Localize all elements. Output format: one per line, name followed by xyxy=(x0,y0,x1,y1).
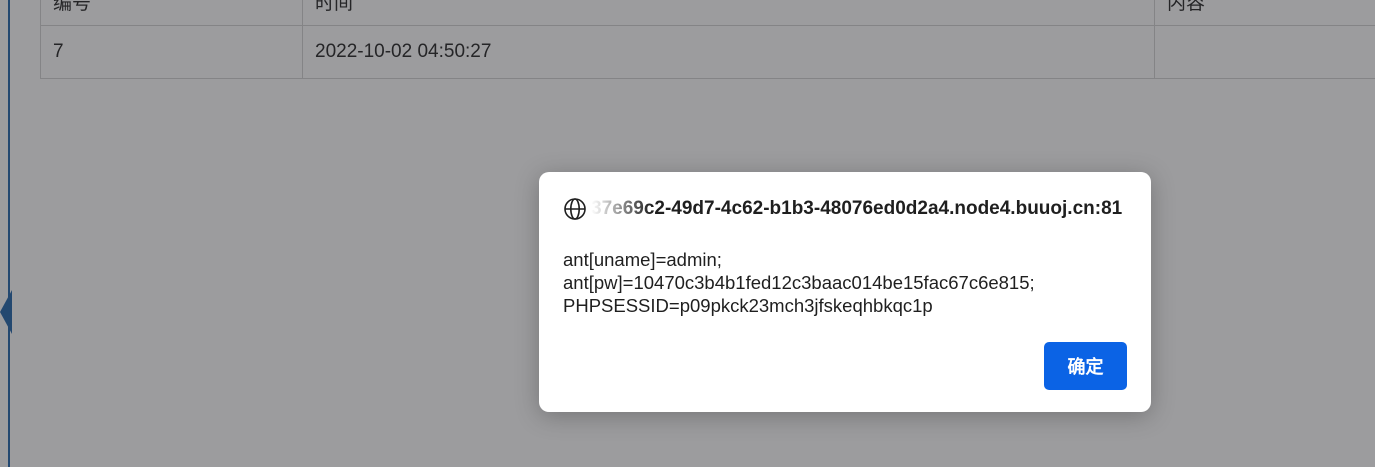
dialog-origin: 37e69c2-49d7-4c62-b1b3-48076ed0d2a4.node… xyxy=(591,198,1127,220)
dialog-header: 37e69c2-49d7-4c62-b1b3-48076ed0d2a4.node… xyxy=(563,196,1127,222)
globe-icon xyxy=(564,198,586,220)
message-line: PHPSESSID=p09pkck23mch3jfskeqhbkqc1p xyxy=(563,295,933,316)
message-line: ant[uname]=admin; xyxy=(563,249,722,270)
alert-dialog: 37e69c2-49d7-4c62-b1b3-48076ed0d2a4.node… xyxy=(539,172,1151,412)
dialog-origin-text: 37e69c2-49d7-4c62-b1b3-48076ed0d2a4.node… xyxy=(591,198,1123,219)
message-line: ant[pw]=10470c3b4b1fed12c3baac014be15fac… xyxy=(563,272,1035,293)
dialog-message: ant[uname]=admin; ant[pw]=10470c3b4b1fed… xyxy=(563,248,1123,317)
page: 编号 时间 内容 7 2022-10-02 04:50:27 37e69c2-4… xyxy=(0,0,1375,467)
ok-button[interactable]: 确定 xyxy=(1044,342,1127,390)
